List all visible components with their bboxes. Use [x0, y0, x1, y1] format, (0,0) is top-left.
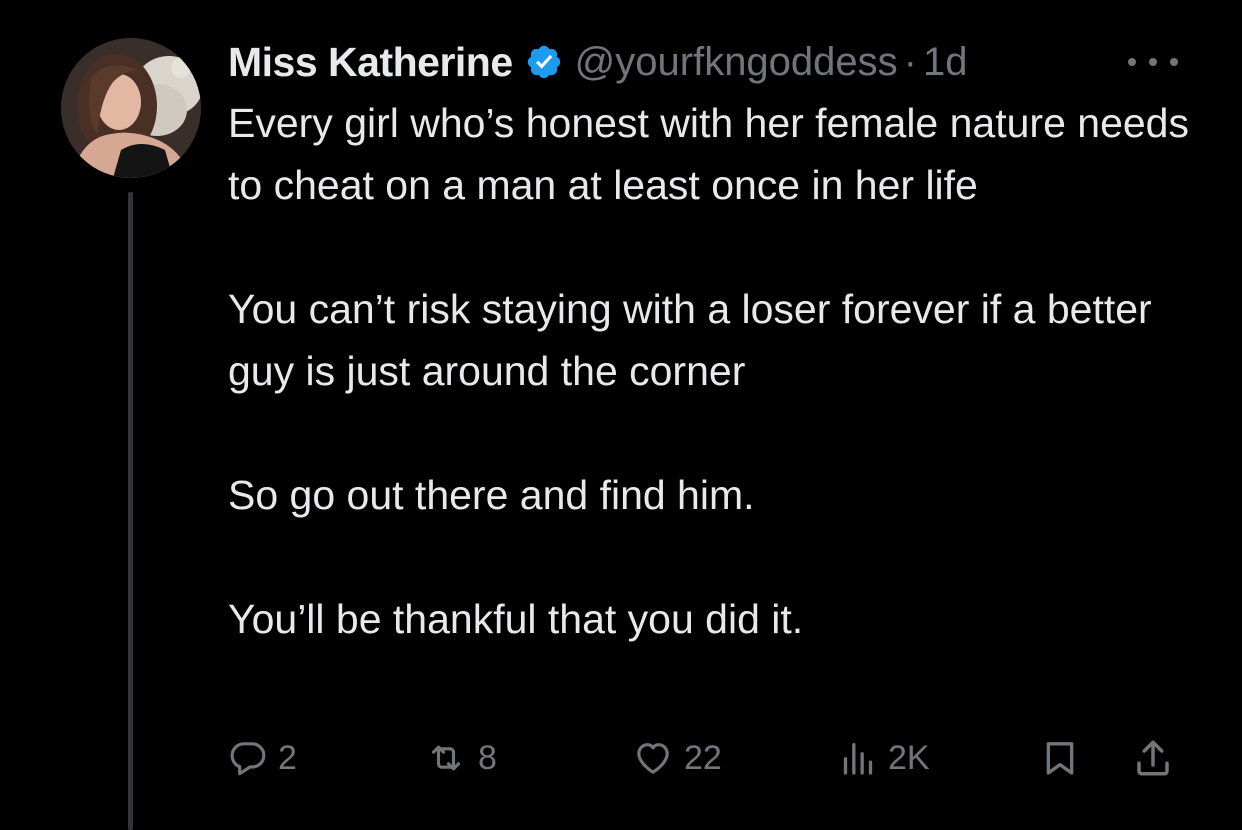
views-count: 2K — [888, 738, 930, 777]
views-icon — [843, 743, 873, 775]
views-button[interactable]: 2K — [838, 728, 930, 788]
bookmark-button[interactable] — [1040, 728, 1080, 788]
tweet-paragraph: You’ll be thankful that you did it. — [228, 596, 804, 642]
reply-button[interactable]: 2 — [228, 728, 297, 788]
repost-button[interactable]: 8 — [424, 728, 497, 788]
reply-icon — [230, 742, 266, 776]
bookmark-icon — [1046, 742, 1074, 775]
tweet-paragraph: You can’t risk staying with a loser fore… — [228, 286, 1152, 394]
avatar-photo — [61, 38, 201, 178]
share-button[interactable] — [1132, 728, 1174, 788]
separator: · — [903, 39, 917, 84]
like-count: 22 — [684, 738, 722, 777]
share-icon — [1137, 740, 1169, 776]
timestamp[interactable]: 1d — [923, 40, 968, 85]
tweet-paragraph: Every girl who’s honest with her female … — [228, 100, 1189, 208]
tweet-text: Every girl who’s honest with her female … — [228, 92, 1208, 650]
handle[interactable]: @yourfkngoddess — [575, 40, 898, 85]
reply-count: 2 — [278, 738, 297, 777]
more-icon[interactable] — [1128, 50, 1178, 74]
avatar[interactable] — [61, 38, 201, 178]
verified-badge-icon[interactable] — [525, 43, 563, 81]
tweet[interactable]: Miss Katherine @yourfkngoddess · 1d Ever… — [0, 0, 1242, 830]
heart-icon — [637, 743, 669, 774]
display-name[interactable]: Miss Katherine — [228, 39, 513, 86]
tweet-header: Miss Katherine @yourfkngoddess · 1d — [228, 36, 968, 88]
thread-line — [128, 192, 133, 830]
like-button[interactable]: 22 — [632, 728, 722, 788]
tweet-paragraph: So go out there and find him. — [228, 472, 755, 518]
action-bar: 2 8 22 2K — [228, 728, 1188, 788]
repost-icon — [431, 745, 461, 771]
repost-count: 8 — [478, 738, 497, 777]
